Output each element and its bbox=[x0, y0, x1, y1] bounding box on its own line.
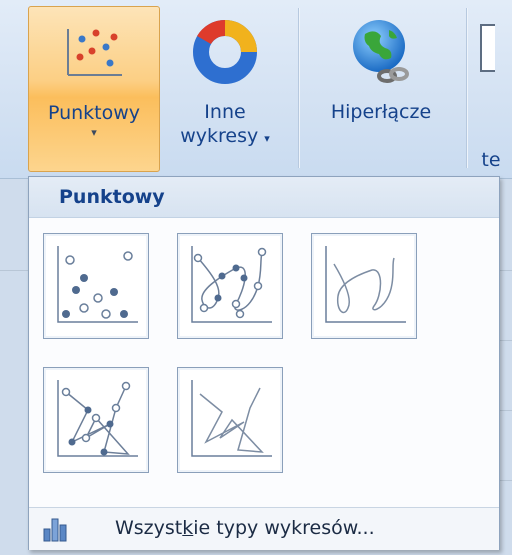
scatter-straight-lines-icon bbox=[191, 380, 272, 457]
other-charts-label: Inne wykresy ▾ bbox=[180, 100, 270, 151]
other-charts-button[interactable]: Inne wykresy ▾ bbox=[164, 6, 286, 172]
scatter-chart-label: Punktowy bbox=[47, 102, 141, 124]
chevron-down-icon: ▾ bbox=[91, 126, 97, 139]
all-chart-types-text-2: ie typy wykresów... bbox=[193, 517, 375, 539]
scatter-smooth-lines-markers-thumb[interactable] bbox=[177, 233, 283, 339]
scatter-smooth-lines-thumb[interactable] bbox=[311, 233, 417, 339]
all-chart-types-text-1: Wszyst bbox=[115, 517, 183, 539]
sheet-gridline bbox=[498, 480, 512, 481]
scatter-chart-icon bbox=[56, 15, 132, 91]
all-chart-types-accelerator: k bbox=[182, 517, 194, 539]
scatter-markers-only-thumb[interactable] bbox=[43, 233, 149, 339]
hyperlink-button[interactable]: Hiperłącze bbox=[308, 6, 454, 172]
scatter-straight-lines-markers-icon bbox=[57, 380, 138, 457]
hyperlink-label: Hiperłącze bbox=[330, 101, 432, 123]
all-chart-types-icon bbox=[43, 518, 67, 542]
sheet-gridline bbox=[498, 340, 512, 341]
scatter-markers-only-icon bbox=[57, 246, 138, 323]
scatter-gallery-panel: Punktowy Wszystkie typy wykresów... bbox=[28, 176, 500, 550]
donut-chart-icon bbox=[187, 14, 263, 90]
chevron-down-icon: ▾ bbox=[264, 132, 270, 145]
scatter-straight-lines-markers-thumb[interactable] bbox=[43, 367, 149, 473]
sheet-gridline bbox=[498, 270, 512, 271]
all-chart-types-label: Wszystkie typy wykresów... bbox=[115, 517, 375, 539]
textbox-button[interactable]: te bbox=[470, 6, 512, 172]
scatter-smooth-lines-markers-icon bbox=[191, 246, 272, 323]
textbox-icon bbox=[470, 14, 512, 84]
scatter-smooth-lines-icon bbox=[325, 246, 406, 323]
gallery-header: Punktowy bbox=[29, 177, 499, 218]
gallery-title: Punktowy bbox=[59, 186, 165, 208]
other-charts-label-line1: Inne bbox=[204, 101, 246, 123]
all-chart-types-item[interactable]: Wszystkie typy wykresów... bbox=[29, 507, 499, 550]
ribbon-separator bbox=[466, 8, 467, 168]
scatter-straight-lines-thumb[interactable] bbox=[177, 367, 283, 473]
ribbon: Punktowy ▾ Inne wykresy ▾ Hiperłącze te bbox=[0, 0, 512, 179]
scatter-chart-button[interactable]: Punktowy ▾ bbox=[28, 6, 160, 172]
other-charts-label-line2: wykresy bbox=[180, 125, 259, 147]
textbox-label: te bbox=[481, 149, 501, 171]
sheet-gridline bbox=[498, 410, 512, 411]
ribbon-separator bbox=[298, 8, 299, 168]
sheet-gridline bbox=[0, 270, 30, 271]
globe-link-icon bbox=[343, 14, 419, 90]
